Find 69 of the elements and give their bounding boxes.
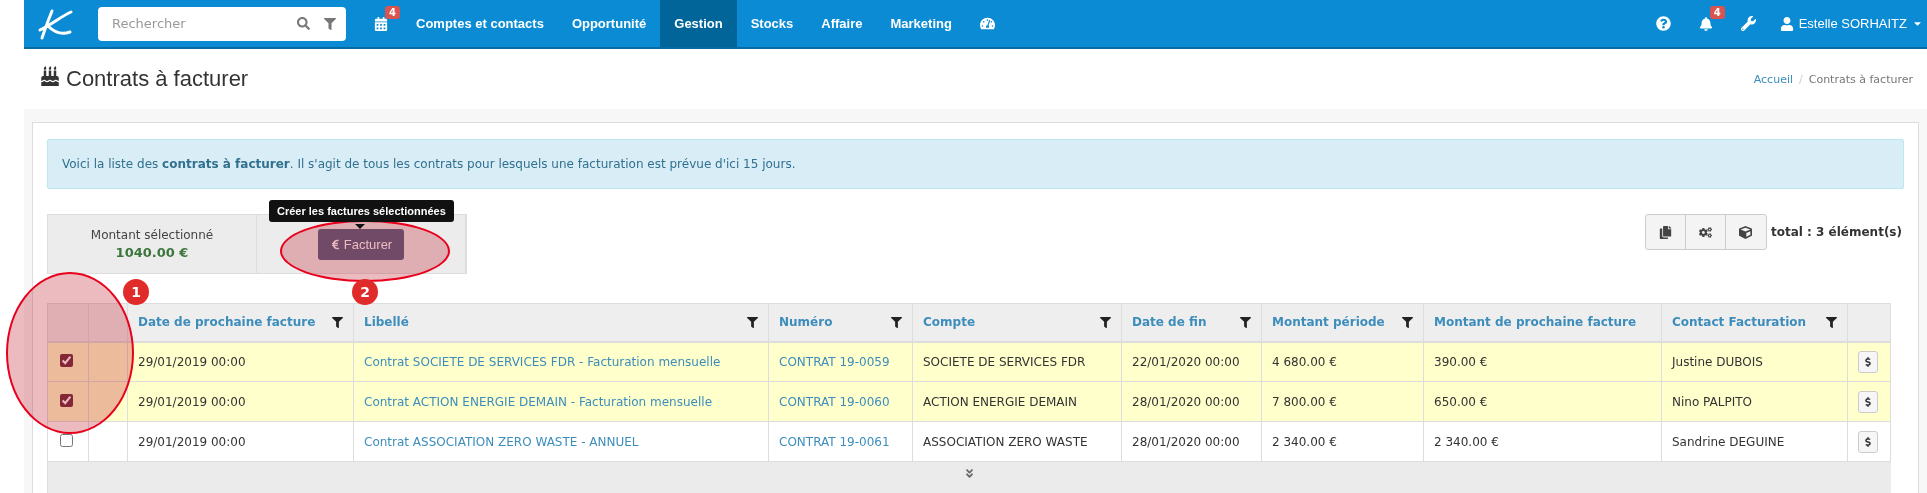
tooltip: Créer les factures sélectionnées bbox=[269, 200, 454, 222]
row-checkbox[interactable] bbox=[60, 393, 73, 407]
table-cell: Nino PALPITO bbox=[1672, 394, 1752, 409]
dollar-icon bbox=[1863, 396, 1873, 407]
column-header[interactable]: Numéro bbox=[779, 315, 833, 330]
filter-icon[interactable] bbox=[1100, 316, 1111, 328]
summary-label: Montant sélectionné bbox=[90, 228, 214, 242]
table-cell: ASSOCIATION ZERO WASTE bbox=[923, 434, 1088, 449]
table-cell: 29/01/2019 00:00 bbox=[138, 394, 246, 409]
dollar-icon bbox=[1863, 356, 1873, 367]
filter-icon[interactable] bbox=[891, 316, 902, 328]
page-title: Contrats à facturer bbox=[66, 66, 249, 91]
cube-icon bbox=[1739, 225, 1753, 239]
table-cell: 2 340.00 € bbox=[1272, 434, 1337, 449]
table-cell: 28/01/2020 00:00 bbox=[1132, 434, 1240, 449]
calendar-icon bbox=[374, 16, 388, 31]
summary-amount: 1040.00 € bbox=[115, 245, 189, 260]
total-count: total : 3 élément(s) bbox=[1770, 225, 1902, 239]
column-header[interactable]: Compte bbox=[923, 315, 976, 330]
nav-item[interactable]: Marketing bbox=[876, 0, 966, 47]
table-cell: 4 680.00 € bbox=[1272, 354, 1337, 369]
nav-item[interactable]: Comptes et contacts bbox=[402, 0, 558, 47]
bell-button[interactable]: 4 bbox=[1684, 0, 1727, 47]
cake-icon bbox=[40, 66, 60, 86]
bell-icon bbox=[1698, 16, 1713, 31]
table-cell: Sandrine DEGUINE bbox=[1672, 434, 1785, 449]
filter-icon[interactable] bbox=[747, 316, 758, 328]
euro-icon bbox=[329, 238, 341, 250]
user-icon bbox=[1779, 16, 1794, 31]
invoice-button[interactable] bbox=[1858, 350, 1878, 373]
nav-item[interactable]: Gestion bbox=[660, 0, 737, 47]
facturer-button[interactable]: Facturer bbox=[317, 228, 405, 260]
invoice-button[interactable] bbox=[1858, 430, 1878, 453]
breadcrumb-link[interactable]: Accueil bbox=[1753, 72, 1793, 86]
column-header[interactable]: Libellé bbox=[364, 315, 409, 330]
expand-icon[interactable] bbox=[963, 468, 975, 479]
nav-item[interactable]: Opportunité bbox=[557, 0, 661, 47]
search-bar[interactable]: Rechercher bbox=[98, 6, 346, 41]
filter-icon[interactable] bbox=[1826, 316, 1837, 328]
filter-icon[interactable] bbox=[1240, 316, 1251, 328]
breadcrumb-separator: / bbox=[1799, 72, 1803, 86]
table-cell: 29/01/2019 00:00 bbox=[138, 434, 246, 449]
row-checkbox[interactable] bbox=[60, 433, 73, 447]
table-cell: 390.00 € bbox=[1434, 354, 1488, 369]
table-cell: Justine DUBOIS bbox=[1672, 354, 1763, 369]
table-cell: SOCIETE DE SERVICES FDR bbox=[923, 354, 1086, 369]
filter-icon[interactable] bbox=[1402, 316, 1413, 328]
table-cell: 650.00 € bbox=[1434, 394, 1488, 409]
invoice-button[interactable] bbox=[1858, 390, 1878, 413]
info-alert: Voici la liste des contrats à facturer. Il s'agit de tous les contrats pour lesquels une facturation est prévue d'ici 15 jours. bbox=[47, 139, 1904, 189]
notification-badge: 4 bbox=[1709, 6, 1725, 19]
table-cell: 29/01/2019 00:00 bbox=[138, 354, 246, 369]
filter-icon[interactable] bbox=[332, 316, 343, 328]
gears-icon bbox=[1698, 225, 1712, 239]
search-icon[interactable] bbox=[297, 17, 310, 30]
table-cell: 22/01/2020 00:00 bbox=[1132, 354, 1240, 369]
copy-icon bbox=[1658, 225, 1672, 239]
breadcrumb-current: Contrats à facturer bbox=[1808, 72, 1913, 86]
calendar-button[interactable]: 4 bbox=[360, 0, 402, 47]
row-checkbox[interactable] bbox=[60, 353, 73, 367]
notification-badge: 4 bbox=[385, 6, 400, 19]
table-cell: ACTION ENERGIE DEMAIN bbox=[923, 394, 1078, 409]
nav-item[interactable]: Stocks bbox=[736, 0, 808, 47]
nav-item[interactable]: Affaire bbox=[807, 0, 877, 47]
user-menu[interactable]: Estelle SORHAITZ bbox=[1769, 16, 1927, 31]
table-cell: 28/01/2020 00:00 bbox=[1132, 394, 1240, 409]
table-cell: 7 800.00 € bbox=[1272, 394, 1337, 409]
dollar-icon bbox=[1863, 436, 1873, 447]
table-cell: 2 340.00 € bbox=[1434, 434, 1499, 449]
